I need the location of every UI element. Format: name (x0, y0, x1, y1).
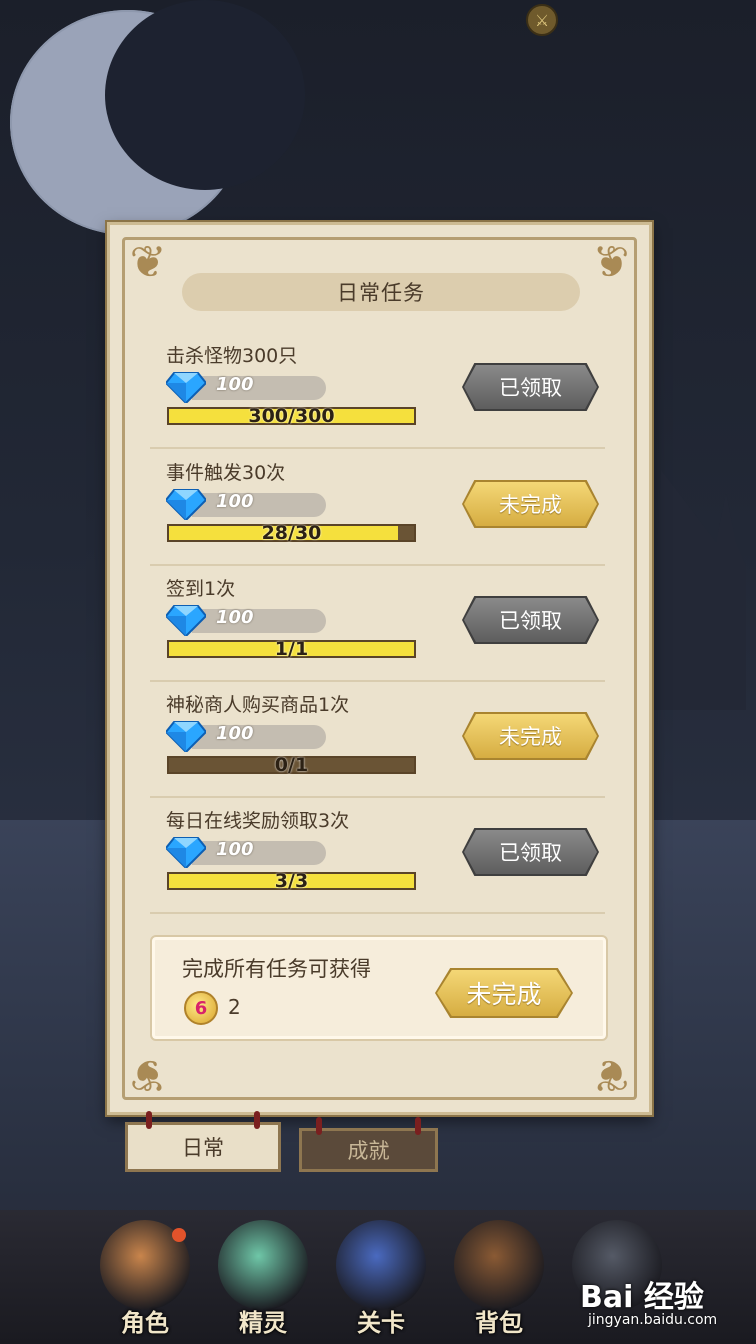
all-tasks-claim-button[interactable]: 未完成 (435, 968, 573, 1018)
diamond-icon (166, 489, 206, 520)
tab-daily-label: 日常 (182, 1136, 224, 1160)
reward-bar (192, 725, 326, 749)
watermark: Bai 经验 (580, 1280, 704, 1315)
spirit-icon (218, 1220, 308, 1310)
panel-title: 日常任务 (182, 273, 580, 311)
task-status-button[interactable]: 未完成 (462, 712, 599, 760)
task-row: 签到1次 100 1/1 已领取 (150, 566, 605, 682)
backpack-icon (454, 1220, 544, 1310)
task-name: 事件触发30次 (166, 462, 286, 484)
task-status-button[interactable]: 未完成 (462, 480, 599, 528)
reward-amount: 100 (216, 491, 254, 512)
nav-label: 背包 (475, 1309, 523, 1337)
all-tasks-label: 完成所有任务可获得 (182, 957, 371, 981)
task-status-button[interactable]: 已领取 (462, 596, 599, 644)
all-tasks-reward-count: 2 (228, 995, 241, 1019)
diamond-icon (166, 372, 206, 403)
task-reward: 100 (166, 605, 326, 636)
task-row: 神秘商人购买商品1次 100 0/1 未完成 (150, 682, 605, 798)
nav-item[interactable]: 关卡 (326, 1220, 436, 1340)
corner-ornament-icon: ❦ (592, 237, 630, 288)
progress-bar: 0/1 (167, 754, 416, 776)
moon-shadow (105, 0, 305, 190)
progress-bar: 3/3 (167, 870, 416, 892)
task-status-label: 已领取 (464, 830, 597, 874)
tab-daily[interactable]: 日常 (125, 1111, 281, 1172)
diamond-icon (166, 837, 206, 868)
stage-icon (336, 1220, 426, 1310)
reward-amount: 100 (216, 374, 254, 395)
moon (10, 0, 305, 235)
reward-amount: 100 (216, 839, 254, 860)
progress-bar: 28/30 (167, 522, 416, 544)
task-name: 击杀怪物300只 (166, 345, 298, 367)
task-name: 每日在线奖励领取3次 (166, 810, 350, 832)
nav-item[interactable]: 角色 (90, 1220, 200, 1340)
corner-ornament-icon: ❦ (129, 237, 167, 288)
task-name: 签到1次 (166, 578, 236, 600)
corner-ornament-icon: ❦ (592, 1049, 630, 1100)
task-status-label: 已领取 (464, 365, 597, 409)
nav-item[interactable]: 精灵 (208, 1220, 318, 1340)
all-tasks-reward: 完成所有任务可获得 6 2 未完成 (150, 935, 608, 1041)
task-name: 神秘商人购买商品1次 (166, 694, 350, 716)
task-status-button[interactable]: 已领取 (462, 363, 599, 411)
nav-item[interactable]: 背包 (444, 1220, 554, 1340)
coin-icon: 6 (184, 991, 218, 1025)
reward-bar (192, 841, 326, 865)
reward-bar (192, 493, 326, 517)
all-tasks-claim-label: 未完成 (437, 970, 571, 1016)
task-row: 事件触发30次 100 28/30 未完成 (150, 450, 605, 566)
progress-text: 1/1 (274, 638, 309, 660)
pin (254, 1111, 260, 1129)
task-row: 击杀怪物300只 100 300/300 已领取 (150, 333, 605, 449)
progress-bar: 300/300 (167, 405, 416, 427)
progress-text: 3/3 (274, 870, 309, 892)
daily-tasks-panel: ❦ ❦ ❦ ❦ 日常任务 击杀怪物300只 100 300/300 已领取 事件… (107, 222, 652, 1115)
notification-badge (172, 1228, 186, 1242)
castle-silhouette (646, 470, 746, 710)
progress-bar: 1/1 (167, 638, 416, 660)
reward-bar (192, 376, 326, 400)
task-reward: 100 (166, 837, 326, 868)
nav-label: 关卡 (357, 1309, 405, 1337)
pin (415, 1117, 421, 1135)
progress-text: 300/300 (248, 405, 335, 427)
progress-text: 28/30 (261, 522, 322, 544)
tab-achievements[interactable]: 成就 (299, 1117, 438, 1172)
pin (316, 1117, 322, 1135)
task-status-label: 未完成 (464, 482, 597, 526)
diamond-icon (166, 605, 206, 636)
task-status-label: 未完成 (464, 714, 597, 758)
reward-amount: 100 (216, 723, 254, 744)
task-row: 每日在线奖励领取3次 100 3/3 已领取 (150, 798, 605, 914)
diamond-icon (166, 721, 206, 752)
sword-medal-icon[interactable]: ⚔ (526, 4, 558, 36)
corner-ornament-icon: ❦ (129, 1049, 167, 1100)
nav-label: 角色 (121, 1309, 169, 1337)
pin (146, 1111, 152, 1129)
tab-achievements-label: 成就 (347, 1139, 390, 1163)
reward-amount: 100 (216, 607, 254, 628)
nav-label: 精灵 (239, 1309, 287, 1337)
reward-bar (192, 609, 326, 633)
task-reward: 100 (166, 489, 326, 520)
task-reward: 100 (166, 372, 326, 403)
watermark-url: jingyan.baidu.com (588, 1312, 718, 1328)
task-reward: 100 (166, 721, 326, 752)
task-status-button[interactable]: 已领取 (462, 828, 599, 876)
progress-text: 0/1 (274, 754, 309, 776)
task-status-label: 已领取 (464, 598, 597, 642)
